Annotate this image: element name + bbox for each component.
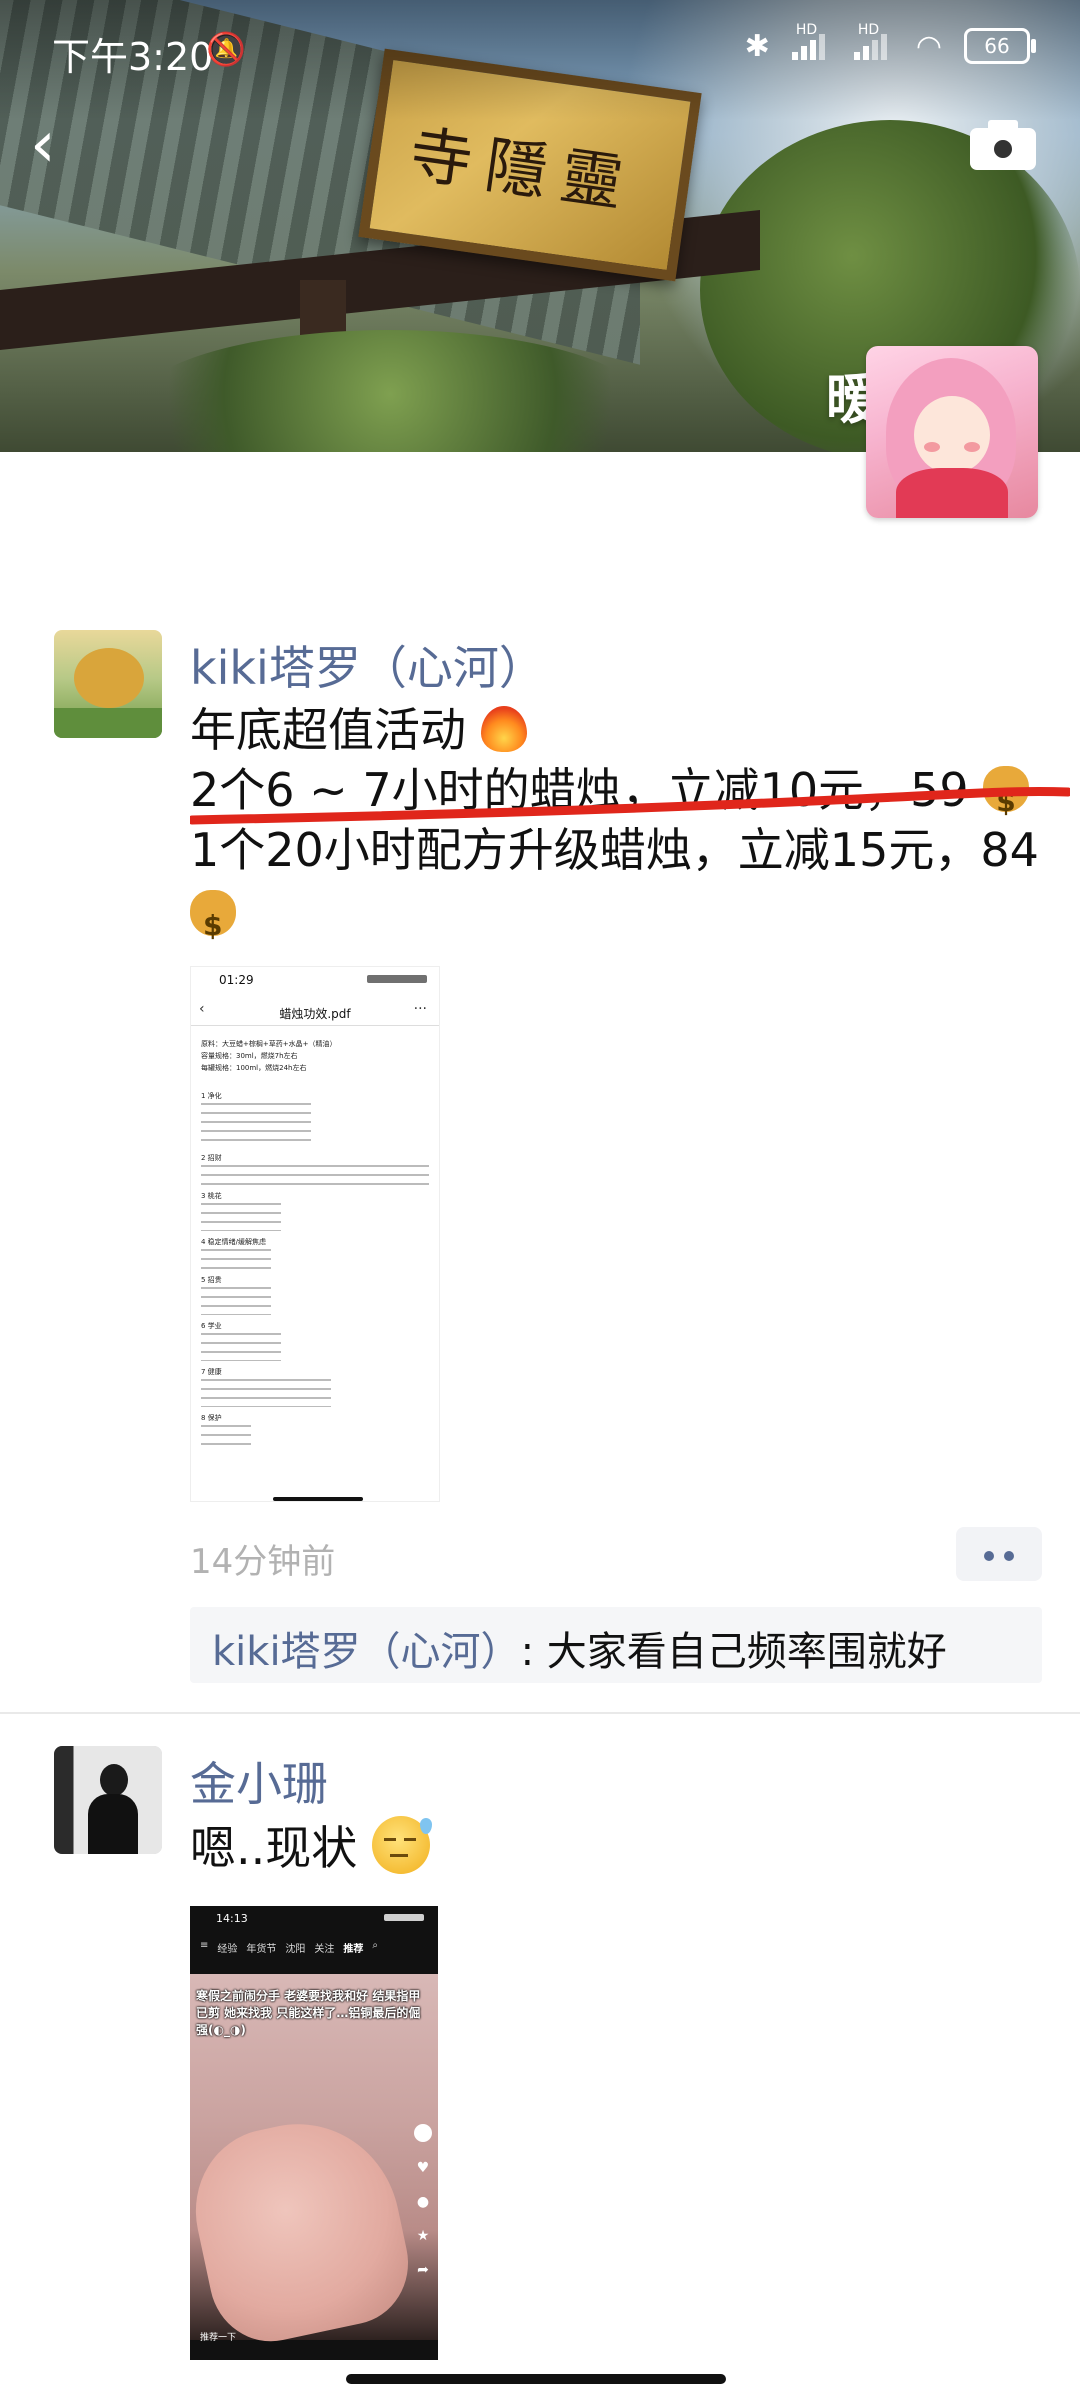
- thumb-side-actions: ♥ ● ★ ➦: [414, 2124, 432, 2278]
- post-author-name[interactable]: 金小珊: [190, 1748, 328, 1814]
- eye: [383, 1838, 396, 1841]
- menu-icon: ≡: [200, 1940, 209, 1951]
- home-indicator[interactable]: [346, 2374, 726, 2384]
- thumb-nav-item: 关注: [314, 1944, 335, 1955]
- post-author-avatar[interactable]: [54, 1746, 162, 1854]
- thumb-status-icons: [384, 1914, 424, 1921]
- post-line-text: 嗯..现状: [190, 1821, 358, 1875]
- eye: [403, 1838, 416, 1841]
- post-image[interactable]: 14:13 ≡ 经验 年货节 沈阳 关注 推荐 ⌕ 寒假之前闹分手 老婆要找我和…: [190, 1906, 438, 2360]
- thumb-nav-item: 年货节: [246, 1944, 277, 1955]
- post-line: 嗯..现状: [190, 1816, 432, 1878]
- sweat-drop: [419, 1818, 432, 1834]
- thumb-nav-item: 沈阳: [285, 1944, 306, 1955]
- share-icon: ➦: [417, 2262, 429, 2278]
- thumb-hand: [190, 2105, 420, 2353]
- avatar-body: [88, 1794, 138, 1854]
- creator-avatar-icon: [414, 2124, 432, 2142]
- like-icon: ♥: [416, 2160, 430, 2176]
- thumb-bottom-label: 推荐一下: [200, 2333, 237, 2343]
- avatar-head: [100, 1764, 128, 1796]
- mouth: [389, 1854, 408, 1857]
- thumb-video: 寒假之前闹分手 老婆要找我和好 结果指甲已剪 她来找我 只能这样了…铝铜最后的倔…: [190, 1974, 438, 2353]
- thumb-nav-item: 推荐: [343, 1944, 364, 1955]
- comment-icon: ●: [416, 2194, 430, 2210]
- thumb-caption: 寒假之前闹分手 老婆要找我和好 结果指甲已剪 她来找我 只能这样了…铝铜最后的倔…: [196, 1989, 421, 2037]
- thumb-status: 14:13: [216, 1912, 248, 1925]
- search-icon: ⌕: [372, 1940, 378, 1951]
- thumb-nav-item: 经验: [217, 1944, 238, 1955]
- star-icon: ★: [416, 2228, 430, 2244]
- moment-post: 金小珊 嗯..现状 14:13 ≡ 经验 年货节 沈阳 关注 推荐 ⌕ 寒假之前…: [0, 0, 1080, 2400]
- sleepy-face-icon: [371, 1816, 432, 1874]
- thumb-nav: ≡ 经验 年货节 沈阳 关注 推荐 ⌕: [200, 1940, 430, 1955]
